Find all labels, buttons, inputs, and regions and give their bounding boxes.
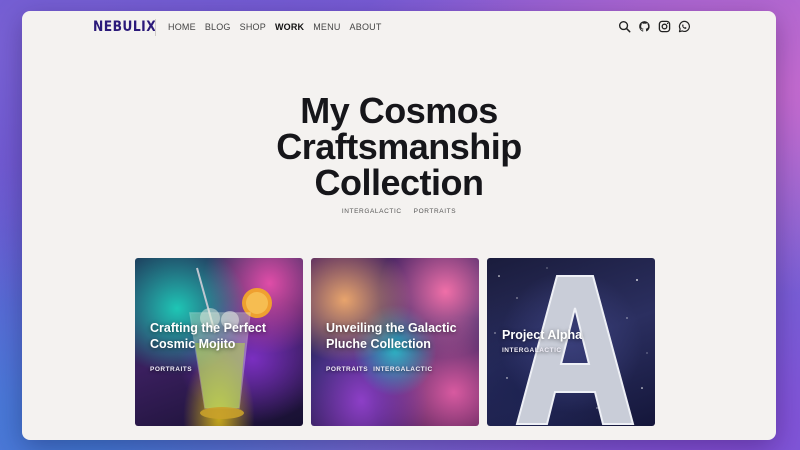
- project-card-cosmic-mojito[interactable]: Crafting the Perfect Cosmic Mojito PORTR…: [135, 258, 303, 426]
- card-title[interactable]: Crafting the Perfect Cosmic Mojito: [150, 320, 300, 352]
- project-card-alpha[interactable]: Project Alpha INTERGALACTIC: [487, 258, 655, 426]
- site-logo[interactable]: NEBULIX: [93, 19, 156, 35]
- instagram-icon[interactable]: [658, 20, 671, 33]
- social-icons: [618, 20, 691, 33]
- card-title[interactable]: Project Alpha: [502, 327, 652, 343]
- tag-intergalactic[interactable]: INTERGALACTIC: [342, 208, 402, 215]
- nav-item-shop[interactable]: SHOP: [240, 22, 266, 32]
- card-title-line: Project Alpha: [502, 328, 583, 342]
- page-title-line: Collection: [314, 162, 484, 203]
- top-navigation: NEBULIX HOME BLOG SHOP WORK MENU ABOUT: [22, 11, 776, 43]
- nav-item-menu[interactable]: MENU: [313, 22, 340, 32]
- nav-item-work[interactable]: WORK: [275, 22, 304, 32]
- nav-divider: [155, 19, 156, 36]
- github-icon[interactable]: [638, 20, 651, 33]
- nav-item-about[interactable]: ABOUT: [350, 22, 382, 32]
- page-title: My Cosmos Craftsmanship Collection: [22, 93, 776, 201]
- letter-a-illustration: [515, 275, 635, 425]
- card-tags: PORTRAITS INTERGALACTIC: [326, 366, 433, 373]
- search-icon[interactable]: [618, 20, 631, 33]
- card-tags: INTERGALACTIC: [502, 347, 562, 354]
- card-tags: PORTRAITS: [150, 366, 192, 373]
- card-tag[interactable]: PORTRAITS: [326, 366, 368, 373]
- card-title-line: Cosmic Mojito: [150, 337, 236, 351]
- collection-tags: INTERGALACTIC PORTRAITS: [22, 208, 776, 215]
- whatsapp-icon[interactable]: [678, 20, 691, 33]
- nav-item-home[interactable]: HOME: [168, 22, 196, 32]
- card-tag[interactable]: PORTRAITS: [150, 366, 192, 373]
- card-tag[interactable]: INTERGALACTIC: [373, 366, 433, 373]
- browser-window: NEBULIX HOME BLOG SHOP WORK MENU ABOUT M…: [22, 11, 776, 440]
- main-menu: HOME BLOG SHOP WORK MENU ABOUT: [168, 22, 382, 32]
- card-title-line: Pluche Collection: [326, 337, 431, 351]
- card-title[interactable]: Unveiling the Galactic Pluche Collection: [326, 320, 476, 352]
- page-title-line: My Cosmos: [300, 90, 498, 131]
- card-title-line: Crafting the Perfect: [150, 321, 266, 335]
- nav-item-blog[interactable]: BLOG: [205, 22, 231, 32]
- page-title-line: Craftsmanship: [276, 126, 522, 167]
- card-title-line: Unveiling the Galactic: [326, 321, 457, 335]
- tag-portraits[interactable]: PORTRAITS: [414, 208, 456, 215]
- card-tag[interactable]: INTERGALACTIC: [502, 347, 562, 354]
- project-card-galactic-pluche[interactable]: Unveiling the Galactic Pluche Collection…: [311, 258, 479, 426]
